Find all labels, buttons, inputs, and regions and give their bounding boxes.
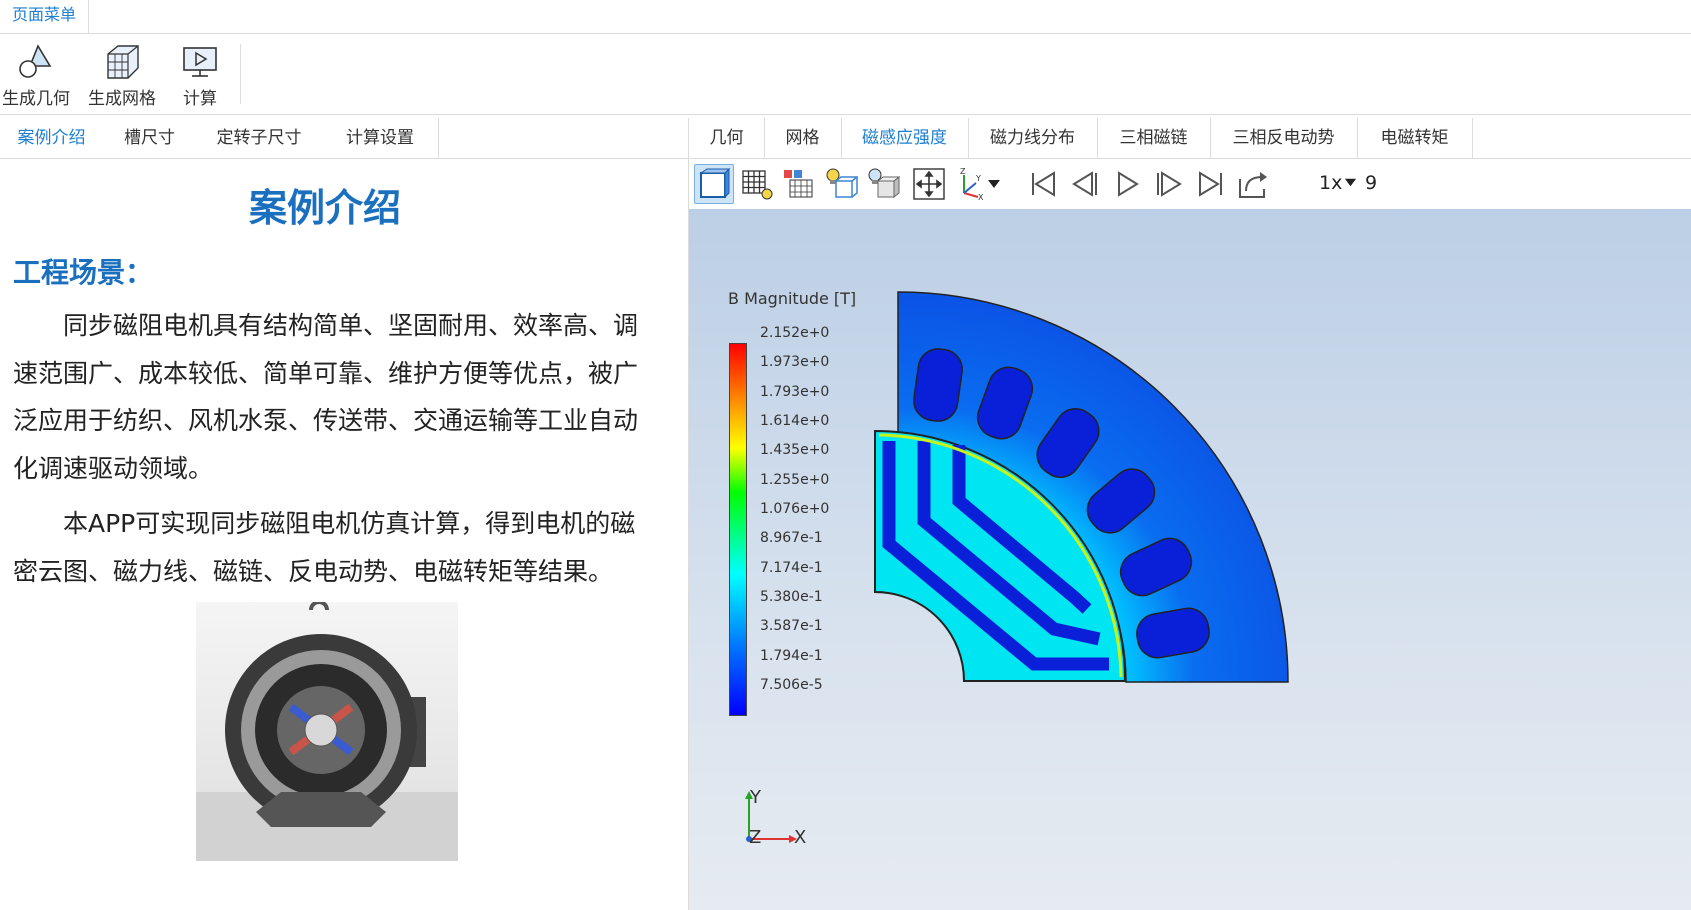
tab-geometry[interactable]: 几何 xyxy=(689,118,765,158)
geometry-icon xyxy=(19,44,52,78)
step-back-icon xyxy=(1072,171,1097,197)
tab-em-torque[interactable]: 电磁转矩 xyxy=(1357,118,1473,158)
solid-cube-icon xyxy=(699,167,731,199)
export-button[interactable] xyxy=(1233,164,1273,204)
tab-slot-size[interactable]: 槽尺寸 xyxy=(103,118,197,158)
fit-view-button[interactable] xyxy=(909,164,949,204)
case-intro-panel: 案例介绍 工程场景： 同步磁阻电机具有结构简单、坚固耐用、效率高、调速范围广、成… xyxy=(0,159,688,910)
tab-calc-settings[interactable]: 计算设置 xyxy=(322,118,439,158)
tab-back-emf[interactable]: 三相反电动势 xyxy=(1210,118,1358,158)
play-icon xyxy=(1118,171,1139,197)
ribbon-divider xyxy=(240,44,241,104)
last-frame-button[interactable] xyxy=(1191,164,1231,204)
top-menu-bar: 页面菜单 xyxy=(0,0,1691,34)
surface-mesh-button[interactable] xyxy=(779,164,819,204)
play-button[interactable] xyxy=(1107,164,1147,204)
dropdown-arrow-icon xyxy=(988,180,1000,188)
tab-mesh[interactable]: 网格 xyxy=(764,118,842,158)
page-title: 案例介绍 xyxy=(248,186,401,230)
page-menu-tab[interactable]: 页面菜单 xyxy=(0,0,90,33)
ribbon-toolbar: 生成几何 生成网格 计算 xyxy=(0,34,1691,115)
compute-button[interactable]: 计算 xyxy=(180,42,220,109)
tab-flux-density[interactable]: 磁感应强度 xyxy=(841,118,969,158)
shaded-lamp-icon xyxy=(868,168,900,199)
export-icon xyxy=(1239,172,1267,198)
generate-mesh-button[interactable]: 生成网格 xyxy=(88,42,156,109)
section-heading: 工程场景： xyxy=(13,256,154,289)
motor-illustration xyxy=(196,600,458,861)
flux-density-contour-plot xyxy=(874,291,1289,683)
step-forward-icon xyxy=(1157,171,1182,197)
solid-view-button[interactable] xyxy=(694,164,734,204)
axis-label-z: Z xyxy=(749,827,762,848)
left-tab-bar: 案例介绍 槽尺寸 定转子尺寸 计算设置 xyxy=(0,118,688,159)
results-viewport[interactable]: B Magnitude [T] 2.152e+0 1.973e+0 1.793e+0… xyxy=(689,209,1691,910)
fit-view-icon xyxy=(913,168,945,200)
frame-number: 9 xyxy=(1365,172,1378,194)
dropdown-arrow-icon xyxy=(1345,178,1357,187)
tab-flux-linkage[interactable]: 三相磁链 xyxy=(1097,118,1211,158)
grid-icon xyxy=(742,170,773,200)
svg-text:Y: Y xyxy=(975,174,981,183)
generate-geometry-button[interactable]: 生成几何 xyxy=(2,42,70,109)
first-frame-button[interactable] xyxy=(1023,164,1063,204)
wireframe-lamp-icon xyxy=(826,168,858,198)
skip-to-start-icon xyxy=(1032,171,1055,197)
mesh-icon xyxy=(107,45,139,79)
motor-image xyxy=(196,600,458,861)
tab-flux-lines[interactable]: 磁力线分布 xyxy=(968,118,1098,158)
playback-speed-select[interactable]: 1x xyxy=(1319,172,1357,194)
previous-frame-button[interactable] xyxy=(1065,164,1105,204)
surface-mesh-icon xyxy=(784,170,813,198)
tab-stator-rotor-size[interactable]: 定转子尺寸 xyxy=(196,118,323,158)
intro-paragraph-2: 本APP可实现同步磁阻电机仿真计算，得到电机的磁密云图、磁力线、磁链、反电动势、… xyxy=(13,509,636,586)
shaded-light-button[interactable] xyxy=(863,164,903,204)
axis-dropdown-toggle[interactable] xyxy=(983,164,1005,204)
compute-icon xyxy=(183,47,217,77)
wireframe-light-button[interactable] xyxy=(821,164,861,204)
intro-paragraph-1: 同步磁阻电机具有结构简单、坚固耐用、效率高、调速范围广、成本较低、简单可靠、维护… xyxy=(13,311,639,483)
skip-to-end-icon xyxy=(1199,171,1222,197)
viewer-toolbar: ZYX 1x 9 xyxy=(689,159,1691,209)
mesh-view-button[interactable] xyxy=(737,164,777,204)
axis-label-x: X xyxy=(794,827,807,848)
result-tab-bar: 几何 网格 磁感应强度 磁力线分布 三相磁链 三相反电动势 电磁转矩 xyxy=(689,118,1691,159)
svg-text:Z: Z xyxy=(960,167,966,176)
axis-label-y: Y xyxy=(750,787,761,808)
next-frame-button[interactable] xyxy=(1149,164,1189,204)
tab-case-intro[interactable]: 案例介绍 xyxy=(0,118,104,158)
